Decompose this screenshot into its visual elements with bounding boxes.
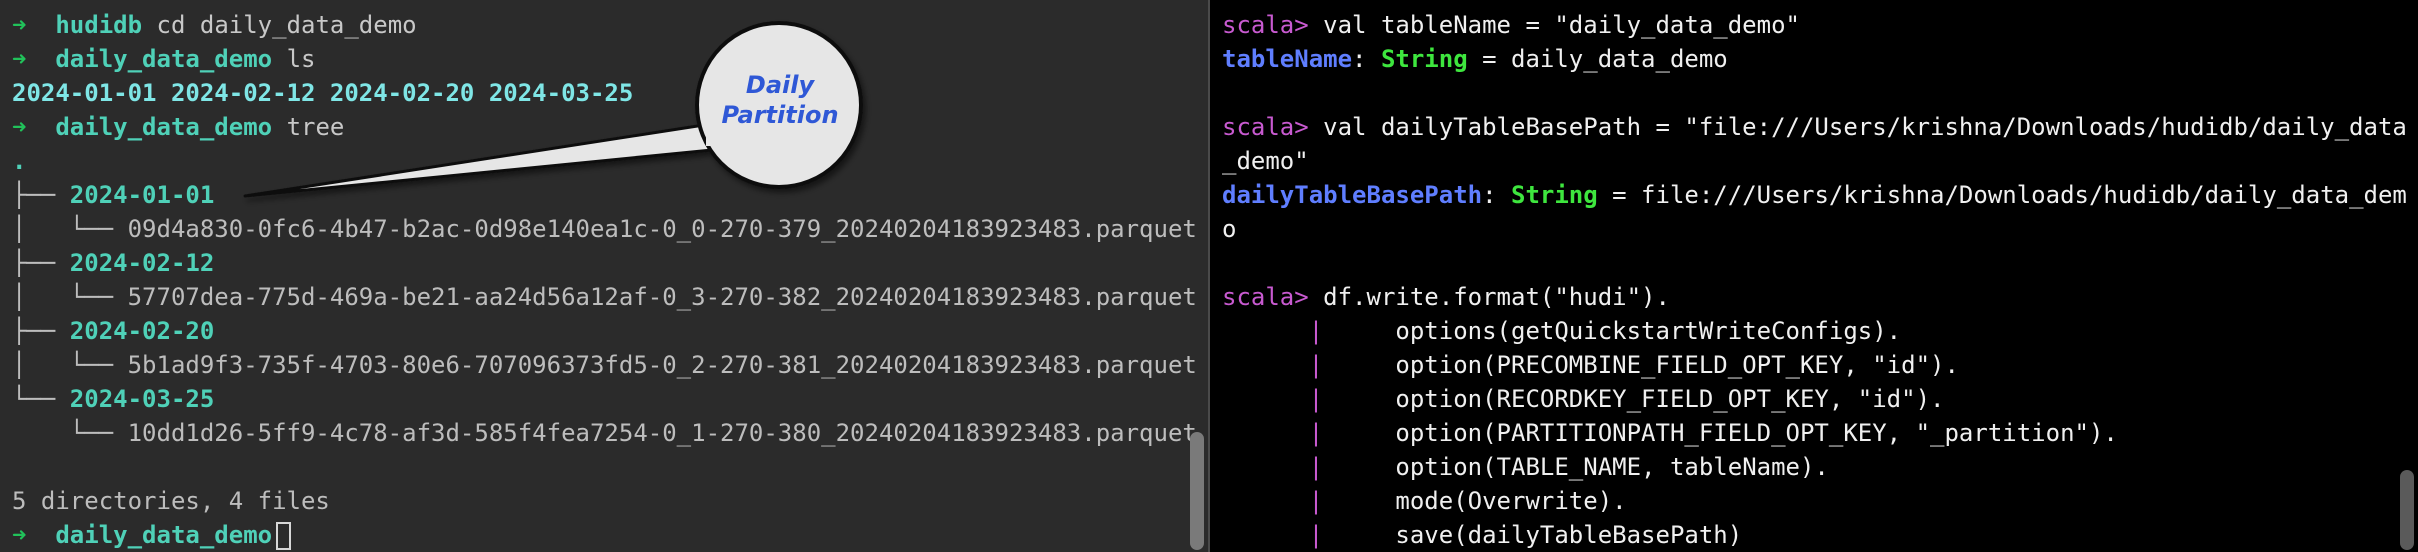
result-colon: : bbox=[1482, 181, 1511, 209]
continuation-pipe: | bbox=[1308, 521, 1324, 549]
result-ident: dailyTableBasePath bbox=[1222, 181, 1483, 209]
scala-result-1: tableName: String = daily_data_demo bbox=[1222, 42, 1728, 76]
continuation-pipe: | bbox=[1308, 385, 1324, 413]
result-value: = file:///Users/krishna/Downloads/hudidb… bbox=[1597, 181, 2407, 209]
continuation-code: save(dailyTableBasePath) bbox=[1395, 521, 1743, 549]
left-scrollbar[interactable] bbox=[1190, 432, 1204, 550]
result-type: String bbox=[1380, 45, 1468, 73]
right-terminal-pane[interactable]: scala> val tableName = "daily_data_demo"… bbox=[1210, 0, 2418, 552]
continuation-code: mode(Overwrite). bbox=[1395, 487, 1627, 515]
continuation-line: | mode(Overwrite). bbox=[1222, 484, 1627, 518]
continuation-line: | option(PRECOMBINE_FIELD_OPT_KEY, "id")… bbox=[1222, 348, 1959, 382]
callout-bubble-icon bbox=[243, 21, 863, 198]
scala-line-3: scala> df.write.format("hudi"). bbox=[1222, 280, 1670, 314]
continuation-code: option(RECORDKEY_FIELD_OPT_KEY, "id"). bbox=[1395, 385, 1945, 413]
callout-line-1: Daily bbox=[745, 71, 815, 99]
scala-line-2: scala> val dailyTableBasePath = "file://… bbox=[1222, 110, 2407, 144]
continuation-code: options(getQuickstartWriteConfigs). bbox=[1395, 317, 1902, 345]
continuation-line: | options(getQuickstartWriteConfigs). bbox=[1222, 314, 1901, 348]
callout-label: Daily Partition bbox=[710, 70, 850, 130]
continuation-pipe: | bbox=[1308, 453, 1324, 481]
scala-result-2-wrap: o bbox=[1222, 215, 1237, 243]
left-terminal-pane[interactable]: + ➜ hudidb cd daily_data_demo ➜ daily_da… bbox=[0, 0, 1208, 552]
continuation-line: | save(dailyTableBasePath) bbox=[1222, 518, 1742, 552]
scala-line-2-wrap: _demo" bbox=[1222, 147, 1309, 175]
scala-prompt: scala> bbox=[1222, 11, 1309, 39]
scala-code: df.write.format("hudi"). bbox=[1308, 283, 1670, 311]
scala-result-2: dailyTableBasePath: String = file:///Use… bbox=[1222, 178, 2407, 212]
scala-line-1: scala> val tableName = "daily_data_demo" bbox=[1222, 8, 1800, 42]
continuation-code: option(PARTITIONPATH_FIELD_OPT_KEY, "_pa… bbox=[1395, 419, 2118, 447]
continuation-pipe: | bbox=[1308, 487, 1324, 515]
result-type: String bbox=[1511, 181, 1598, 209]
continuation-code: option(TABLE_NAME, tableName). bbox=[1395, 453, 1829, 481]
continuation-code: option(PRECOMBINE_FIELD_OPT_KEY, "id"). bbox=[1395, 351, 1959, 379]
result-colon: : bbox=[1352, 45, 1381, 73]
continuation-pipe: | bbox=[1308, 317, 1324, 345]
scala-code: val dailyTableBasePath = "file:///Users/… bbox=[1308, 113, 2407, 141]
scala-prompt: scala> bbox=[1222, 283, 1309, 311]
continuation-line: | option(RECORDKEY_FIELD_OPT_KEY, "id"). bbox=[1222, 382, 1945, 416]
result-ident: tableName bbox=[1222, 45, 1353, 73]
scala-code: val tableName = "daily_data_demo" bbox=[1308, 11, 1800, 39]
continuation-pipe: | bbox=[1308, 419, 1324, 447]
continuation-line: | option(TABLE_NAME, tableName). bbox=[1222, 450, 1829, 484]
right-scrollbar[interactable] bbox=[2400, 470, 2414, 550]
callout-line-2: Partition bbox=[721, 101, 839, 129]
result-value: = daily_data_demo bbox=[1467, 45, 1728, 73]
continuation-line: | option(PARTITIONPATH_FIELD_OPT_KEY, "_… bbox=[1222, 416, 2118, 450]
continuation-pipe: | bbox=[1308, 351, 1324, 379]
scala-prompt: scala> bbox=[1222, 113, 1309, 141]
